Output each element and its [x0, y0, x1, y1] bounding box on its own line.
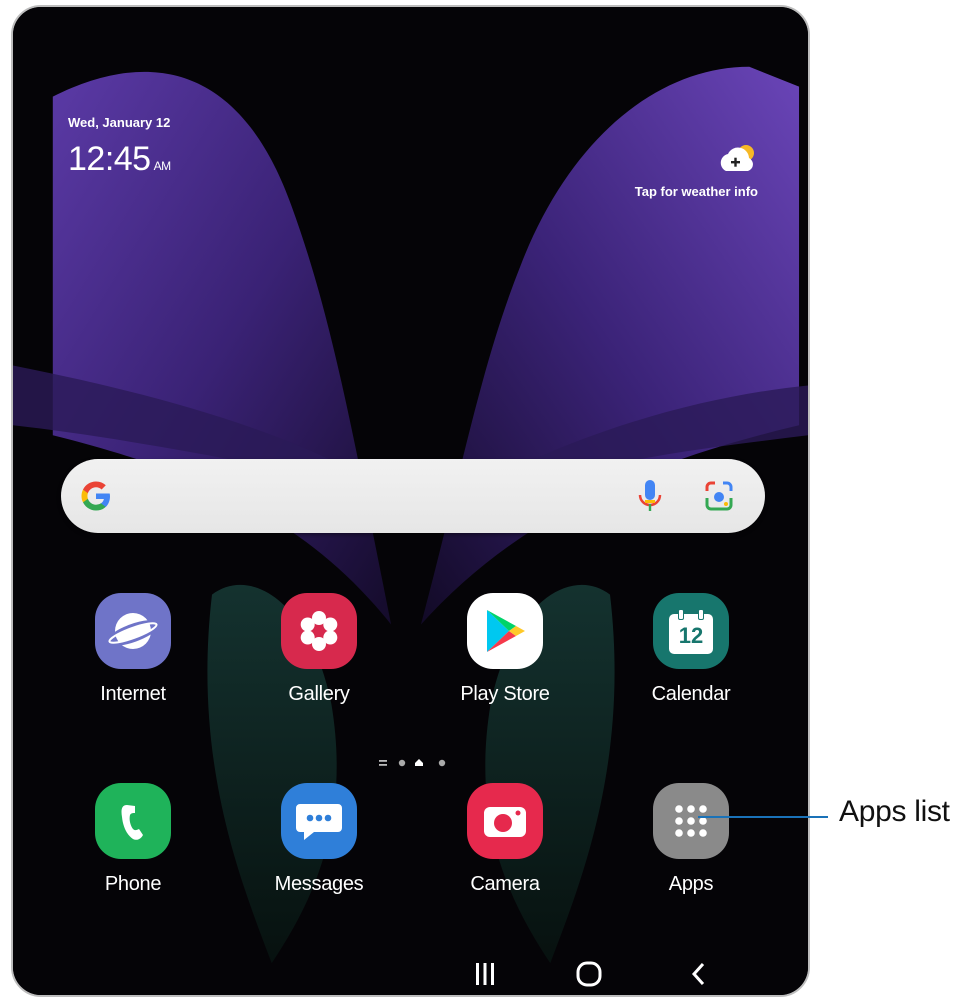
- navigation-bar: [453, 957, 753, 991]
- google-search-bar[interactable]: [61, 459, 765, 533]
- back-button[interactable]: [679, 957, 719, 991]
- page-indicator[interactable]: [379, 757, 449, 769]
- app-play-store[interactable]: Play Store: [430, 593, 580, 706]
- callout-line: [698, 816, 828, 818]
- calendar-day: 12: [678, 623, 704, 648]
- recents-button[interactable]: [465, 957, 505, 991]
- lockscreen-date: Wed, January 12: [68, 115, 171, 130]
- gallery-icon: [281, 593, 357, 669]
- app-label: Messages: [274, 873, 364, 895]
- apps-grid-icon: [653, 783, 729, 859]
- app-label: Internet: [100, 683, 166, 705]
- messages-icon: [281, 783, 357, 859]
- apps-list-callout: Apps list: [839, 795, 950, 828]
- play-store-icon: [467, 593, 543, 669]
- weather-label: Tap for weather info: [634, 184, 758, 199]
- weather-widget[interactable]: Tap for weather info: [635, 143, 758, 199]
- app-label: Phone: [104, 873, 162, 895]
- app-calendar[interactable]: 12 Calendar: [616, 593, 766, 706]
- internet-icon: [95, 593, 171, 669]
- calendar-icon: 12: [653, 593, 729, 669]
- app-phone[interactable]: Phone: [58, 783, 208, 896]
- weather-add-icon: [718, 143, 758, 175]
- google-lens-icon[interactable]: [701, 478, 737, 514]
- google-logo-icon: [81, 481, 110, 511]
- home-button[interactable]: [569, 957, 609, 991]
- app-label: Gallery: [288, 683, 350, 705]
- app-internet[interactable]: Internet: [58, 593, 208, 706]
- lockscreen-clock: 12:45 AM: [68, 139, 171, 186]
- app-camera[interactable]: Camera: [430, 783, 580, 896]
- page-dot: [438, 759, 446, 767]
- phone-icon: [95, 783, 171, 859]
- app-messages[interactable]: Messages: [244, 783, 394, 896]
- recents-icon: [476, 963, 494, 985]
- app-label: Play Store: [460, 683, 550, 705]
- page-dot-current: [415, 759, 423, 766]
- app-gallery[interactable]: Gallery: [244, 593, 394, 706]
- page-indicator-home: [379, 760, 387, 762]
- app-label: Apps: [668, 873, 714, 895]
- camera-icon: [467, 783, 543, 859]
- clock-time: 12:45: [68, 140, 151, 178]
- voice-search-icon[interactable]: [633, 477, 667, 515]
- home-icon: [576, 961, 602, 987]
- app-apps[interactable]: Apps: [616, 783, 766, 896]
- phone-screen: Wed, January 12 12:45 AM Tap for weather …: [11, 5, 810, 997]
- app-label: Calendar: [651, 683, 731, 705]
- app-label: Camera: [470, 873, 540, 895]
- clock-ampm: AM: [153, 159, 172, 173]
- page-dot: [398, 759, 406, 767]
- back-icon: [691, 962, 705, 986]
